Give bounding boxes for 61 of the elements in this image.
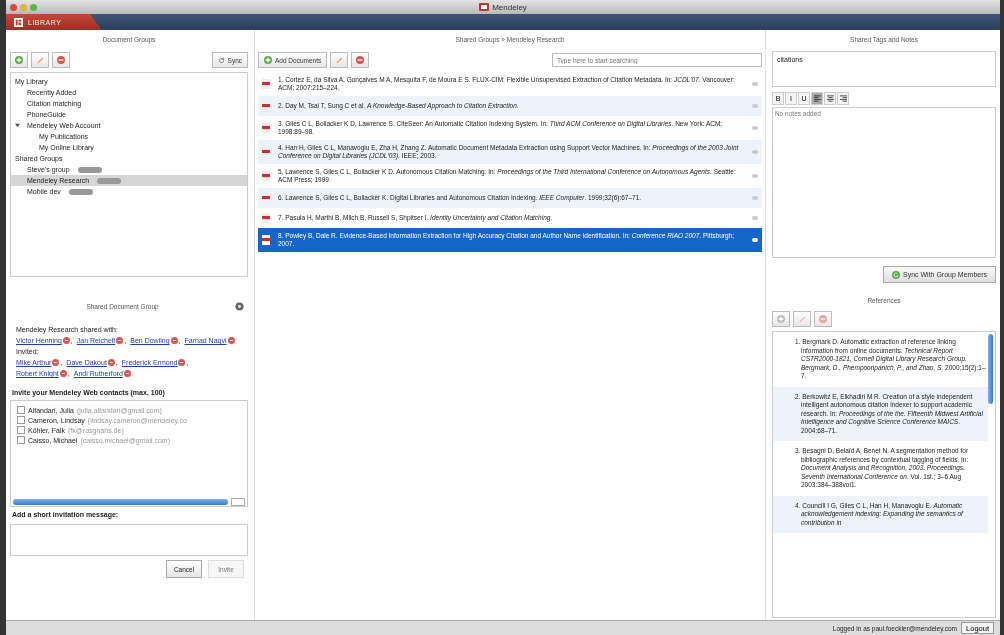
remove-icon[interactable] — [62, 337, 70, 344]
format-button[interactable] — [837, 92, 849, 105]
disclosure-icon[interactable] — [15, 123, 20, 128]
checkbox[interactable] — [17, 436, 25, 444]
app-icon — [479, 3, 490, 11]
pencil-icon — [36, 56, 44, 64]
remove-icon[interactable] — [170, 337, 178, 344]
pencil-icon — [798, 315, 806, 323]
read-status-icon — [752, 82, 758, 86]
read-status-icon — [752, 126, 758, 130]
minus-icon — [57, 56, 65, 64]
pdf-icon — [262, 235, 270, 245]
minus-icon — [819, 315, 827, 323]
checkbox[interactable] — [17, 416, 25, 424]
read-status-icon — [752, 150, 758, 154]
window-title: Mendeley — [492, 2, 527, 12]
align-left-icon — [813, 95, 821, 102]
pdf-icon — [262, 79, 270, 89]
sync-icon — [217, 56, 225, 64]
pdf-icon — [262, 213, 270, 223]
add-button[interactable] — [10, 52, 28, 68]
settings-icon[interactable] — [235, 302, 244, 311]
remove-icon[interactable] — [178, 359, 186, 366]
pdf-icon — [262, 147, 270, 157]
close-button[interactable] — [10, 3, 17, 11]
remove-icon[interactable] — [116, 337, 124, 344]
read-status-icon — [752, 216, 758, 220]
plus-icon — [15, 56, 23, 64]
minus-icon — [356, 56, 365, 64]
scroll-arrows[interactable] — [231, 498, 245, 506]
scroll-thumb[interactable] — [13, 499, 228, 505]
pdf-icon — [262, 123, 270, 133]
sync-icon — [891, 270, 900, 279]
message-field[interactable] — [10, 524, 248, 556]
document-row[interactable] — [258, 140, 762, 164]
pdf-icon — [262, 171, 270, 181]
checkbox[interactable] — [17, 406, 25, 414]
delete-button[interactable] — [814, 311, 832, 327]
delete-button[interactable] — [52, 52, 70, 68]
remove-icon[interactable] — [52, 359, 60, 366]
remove-icon[interactable] — [123, 370, 131, 377]
remove-icon[interactable] — [59, 370, 67, 377]
plus-icon — [777, 315, 785, 323]
read-status-icon — [752, 104, 758, 108]
delete-button[interactable] — [351, 52, 370, 68]
plus-icon — [264, 56, 272, 64]
checkbox[interactable] — [17, 426, 25, 434]
pdf-icon — [262, 101, 270, 111]
library-icon — [14, 17, 23, 27]
remove-icon[interactable] — [107, 359, 115, 366]
read-status-icon — [752, 196, 758, 200]
read-status-icon — [752, 174, 758, 178]
align-center-icon — [826, 95, 834, 102]
format-button[interactable] — [824, 92, 836, 105]
read-status-icon — [752, 238, 758, 242]
remove-icon[interactable] — [227, 337, 235, 344]
align-right-icon — [839, 95, 847, 102]
format-button[interactable] — [811, 92, 823, 105]
scroll-thumb[interactable] — [988, 334, 993, 404]
pdf-icon — [262, 193, 270, 203]
pencil-icon — [335, 56, 344, 64]
